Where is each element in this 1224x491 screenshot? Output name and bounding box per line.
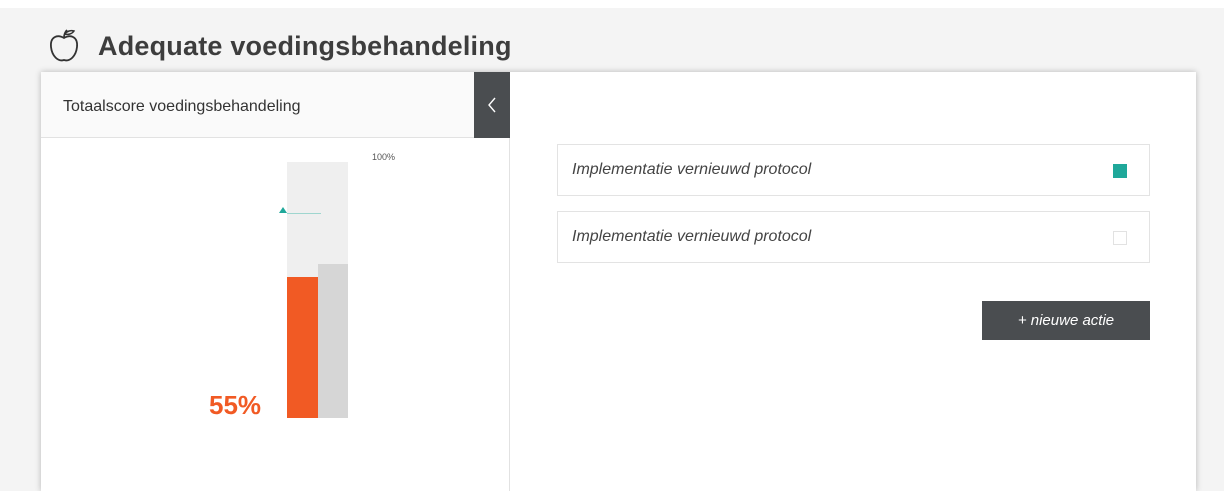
- target-marker-icon: [279, 207, 287, 213]
- main-card: Totaalscore voedingsbehandeling 100% 55%…: [41, 72, 1196, 491]
- score-panel-header: Totaalscore voedingsbehandeling: [41, 72, 510, 138]
- score-chart: 100% 55%: [41, 138, 510, 491]
- actions-panel: Implementatie vernieuwd protocol Impleme…: [511, 72, 1196, 491]
- action-checkbox[interactable]: [1113, 231, 1127, 245]
- action-item[interactable]: Implementatie vernieuwd protocol: [557, 144, 1150, 196]
- score-bar: [287, 277, 318, 418]
- action-item[interactable]: Implementatie vernieuwd protocol: [557, 211, 1150, 263]
- compare-bar: [318, 264, 348, 418]
- apple-icon: [50, 29, 78, 62]
- target-line: [287, 213, 321, 214]
- top-band: [0, 0, 1224, 8]
- new-action-button[interactable]: + nieuwe actie: [982, 301, 1150, 340]
- score-panel: Totaalscore voedingsbehandeling 100% 55%: [41, 72, 510, 491]
- score-panel-title: Totaalscore voedingsbehandeling: [63, 98, 301, 115]
- collapse-button[interactable]: [474, 72, 510, 138]
- max-label: 100%: [372, 152, 396, 162]
- score-percentage: 55%: [209, 390, 262, 420]
- action-checkbox[interactable]: [1113, 164, 1127, 178]
- action-label: Implementatie vernieuwd protocol: [572, 228, 812, 245]
- page-title: Adequate voedingsbehandeling: [98, 30, 512, 61]
- page-header: Adequate voedingsbehandeling: [48, 24, 512, 68]
- chevron-left-icon: [488, 97, 496, 113]
- action-label: Implementatie vernieuwd protocol: [572, 161, 812, 178]
